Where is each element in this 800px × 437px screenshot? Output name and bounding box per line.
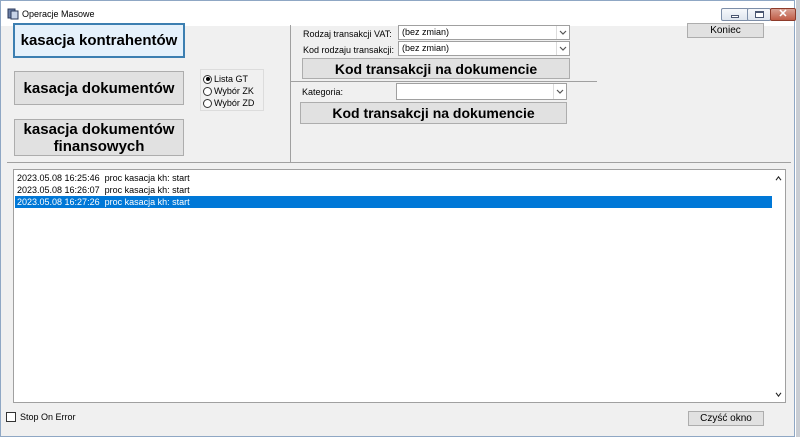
maximize-icon xyxy=(754,11,764,18)
kod-transakcji-kategoria-button-label: Kod transakcji na dokumencie xyxy=(332,105,535,121)
rodzaj-transakcji-vat-label: Rodzaj transakcji VAT: xyxy=(303,29,392,39)
kasacja-dokumentow-button[interactable]: kasacja dokumentów xyxy=(14,71,184,105)
chevron-down-icon[interactable] xyxy=(556,42,569,55)
close-icon: ✕ xyxy=(778,8,788,20)
minimize-icon xyxy=(731,15,739,18)
radio-option-wybor-zk[interactable]: Wybór ZK xyxy=(203,85,254,97)
vertical-divider xyxy=(290,25,291,162)
kategoria-select[interactable] xyxy=(396,83,567,100)
radio-wybor-zd-label: Wybór ZD xyxy=(214,98,255,108)
stop-on-error-option[interactable]: Stop On Error xyxy=(6,412,76,422)
background-window-edge xyxy=(796,0,800,437)
kategoria-label: Kategoria: xyxy=(302,87,344,97)
rodzaj-transakcji-vat-value: (bez zmian) xyxy=(402,27,450,37)
maximize-button[interactable] xyxy=(747,8,771,21)
log-row[interactable]: 2023.05.08 16:25:46 proc kasacja kh: sta… xyxy=(15,172,772,184)
chevron-down-icon[interactable] xyxy=(556,26,569,39)
koniec-button[interactable]: Koniec xyxy=(687,23,764,38)
kasacja-dokumentow-finansowych-label-line2: finansowych xyxy=(53,137,145,155)
kod-transakcji-kategoria-button[interactable]: Kod transakcji na dokumencie xyxy=(300,102,567,124)
document-source-radio-group: Lista GT Wybór ZK Wybór ZD xyxy=(200,69,264,111)
radio-wybor-zk-label: Wybór ZK xyxy=(214,86,254,96)
kasacja-kontrahentow-label: kasacja kontrahentów xyxy=(20,32,178,49)
close-button[interactable]: ✕ xyxy=(770,8,796,21)
stop-on-error-checkbox[interactable] xyxy=(6,412,16,422)
kasacja-kontrahentow-button[interactable]: kasacja kontrahentów xyxy=(13,23,185,58)
section-divider xyxy=(291,81,597,82)
rodzaj-transakcji-vat-select[interactable]: (bez zmian) xyxy=(398,25,570,40)
app-icon xyxy=(7,8,19,20)
kasacja-dokumentow-finansowych-label-line1: kasacja dokumentów xyxy=(23,120,175,138)
radio-option-wybor-zd[interactable]: Wybór ZD xyxy=(203,97,254,109)
kod-transakcji-vat-button-label: Kod transakcji na dokumencie xyxy=(334,60,538,77)
log-row-selected[interactable]: 2023.05.08 16:27:26 proc kasacja kh: sta… xyxy=(15,196,772,208)
main-window: Operacje Masowe ✕ kasacja kontrahentów k… xyxy=(0,0,796,437)
kasacja-dokumentow-label: kasacja dokumentów xyxy=(23,79,175,97)
radio-wybor-zd[interactable] xyxy=(203,98,212,108)
log-row[interactable]: 2023.05.08 16:26:07 proc kasacja kh: sta… xyxy=(15,184,772,196)
chevron-down-icon[interactable] xyxy=(553,84,566,99)
scroll-up-icon[interactable] xyxy=(773,173,783,183)
kasacja-dokumentow-finansowych-button[interactable]: kasacja dokumentów finansowych xyxy=(14,119,184,156)
minimize-button[interactable] xyxy=(721,8,749,21)
kod-rodzaju-transakcji-label: Kod rodzaju transakcji: xyxy=(303,45,395,55)
radio-option-lista-gt[interactable]: Lista GT xyxy=(203,73,248,85)
clear-window-button-label: Czyść okno xyxy=(700,413,752,424)
radio-wybor-zk[interactable] xyxy=(203,86,212,96)
horizontal-divider xyxy=(7,162,791,163)
kod-transakcji-vat-button[interactable]: Kod transakcji na dokumencie xyxy=(302,58,570,79)
kod-rodzaju-transakcji-select[interactable]: (bez zmian) xyxy=(398,41,570,56)
radio-lista-gt-label: Lista GT xyxy=(214,74,249,84)
clear-window-button[interactable]: Czyść okno xyxy=(688,411,764,426)
log-list[interactable]: 2023.05.08 16:25:46 proc kasacja kh: sta… xyxy=(13,169,786,403)
scroll-down-icon[interactable] xyxy=(773,389,783,399)
koniec-button-label: Koniec xyxy=(710,25,741,36)
stop-on-error-label: Stop On Error xyxy=(20,412,76,422)
radio-lista-gt[interactable] xyxy=(203,74,212,84)
window-title: Operacje Masowe xyxy=(22,9,95,19)
kod-rodzaju-transakcji-value: (bez zmian) xyxy=(402,43,450,53)
